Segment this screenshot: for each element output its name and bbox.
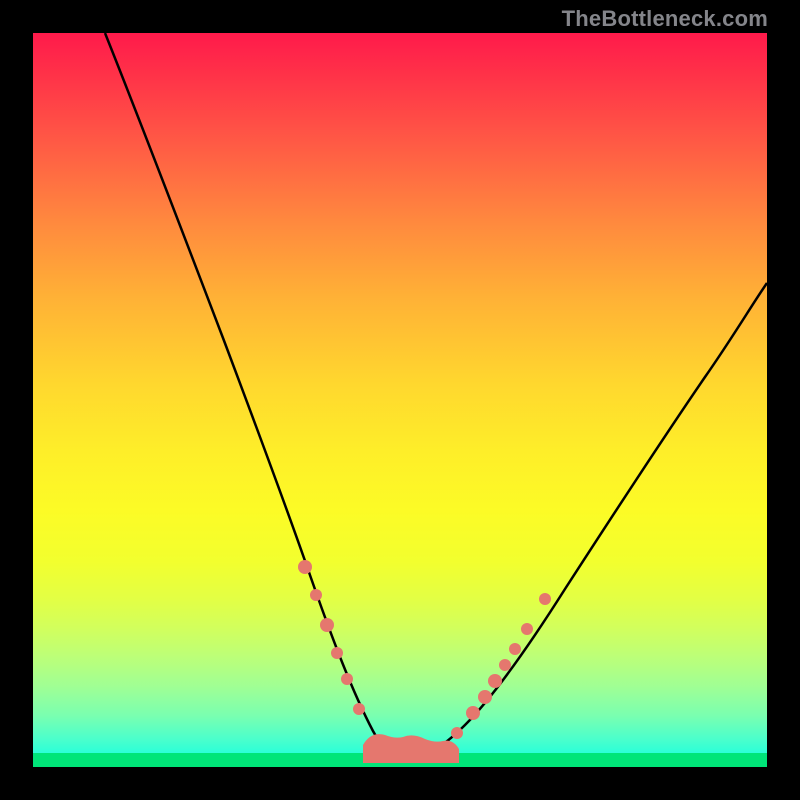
- watermark-text: TheBottleneck.com: [562, 6, 768, 32]
- marker-dot: [451, 727, 463, 739]
- marker-dot: [341, 673, 353, 685]
- marker-dot: [310, 589, 322, 601]
- marker-dot: [466, 706, 480, 720]
- marker-dot: [298, 560, 312, 574]
- plot-area: [33, 33, 767, 767]
- left-curve: [105, 33, 407, 759]
- right-curve: [407, 283, 767, 759]
- marker-dot: [521, 623, 533, 635]
- bottom-marker-cluster: [363, 734, 459, 763]
- curve-layer: [33, 33, 767, 767]
- marker-dot: [331, 647, 343, 659]
- marker-dot: [320, 618, 334, 632]
- marker-dot: [539, 593, 551, 605]
- marker-dot: [509, 643, 521, 655]
- marker-dot: [488, 674, 502, 688]
- marker-dot: [478, 690, 492, 704]
- chart-container: TheBottleneck.com: [0, 0, 800, 800]
- marker-dot: [353, 703, 365, 715]
- marker-dot: [499, 659, 511, 671]
